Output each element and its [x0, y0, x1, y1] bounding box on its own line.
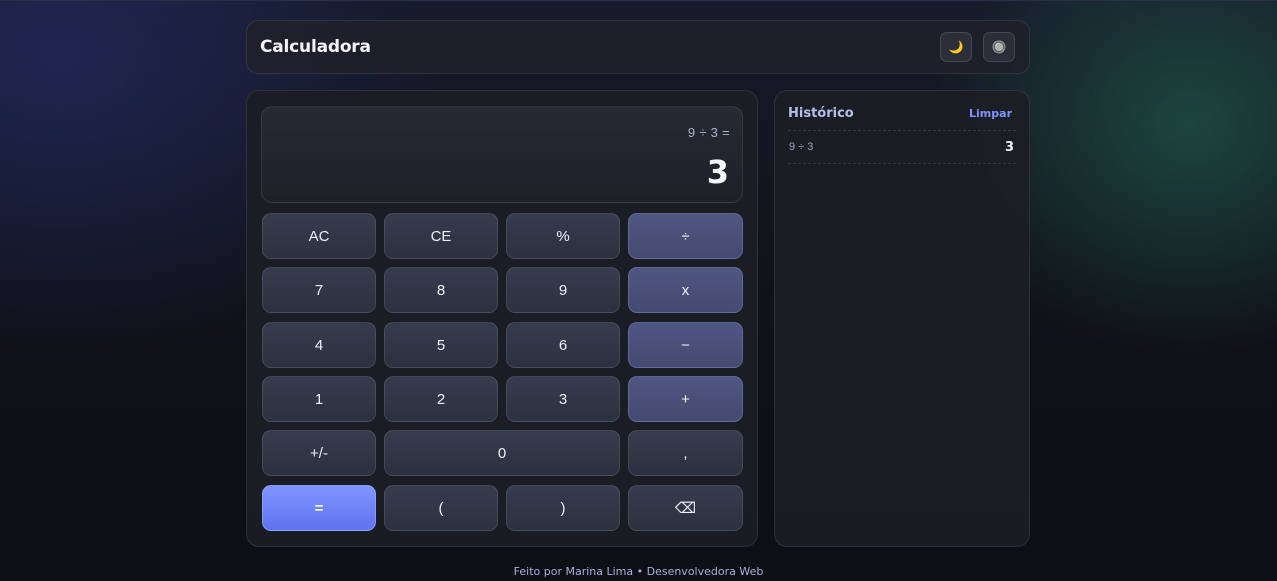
digit-9-button[interactable]: 9 — [506, 267, 620, 313]
digit-3-button[interactable]: 3 — [506, 376, 620, 422]
settings-button[interactable]: 🔘 — [983, 32, 1015, 62]
page-footer: Feito por Marina Lima • Desenvolvedora W… — [513, 565, 764, 578]
keypad: AC CE % ÷ 7 8 9 x 4 5 6 − 1 2 3 + +/- 0 … — [261, 213, 743, 531]
multiply-button[interactable]: x — [628, 267, 743, 313]
app-title: Calculadora — [260, 37, 371, 57]
digit-0-button[interactable]: 0 — [384, 430, 620, 476]
crescent-moon-icon: 🌙 — [948, 40, 964, 54]
history-item-result: 3 — [1004, 139, 1014, 155]
open-parenthesis-button[interactable]: ( — [384, 485, 498, 531]
toggle-sign-button[interactable]: +/- — [262, 430, 376, 476]
header-actions: 🌙 🔘 — [940, 32, 1015, 62]
digit-4-button[interactable]: 4 — [262, 322, 376, 368]
window-top-border — [0, 0, 1277, 1]
backspace-icon: ⌫ — [674, 500, 697, 517]
app-header: Calculadora 🌙 🔘 — [246, 20, 1030, 74]
history-item[interactable]: 9 ÷ 3 3 — [788, 131, 1016, 164]
calculator-display: 9 ÷ 3 = 3 — [261, 106, 743, 203]
all-clear-button[interactable]: AC — [262, 213, 376, 259]
calculator-panel: 9 ÷ 3 = 3 AC CE % ÷ 7 8 9 x 4 5 6 − 1 2 … — [246, 90, 758, 547]
digit-2-button[interactable]: 2 — [384, 376, 498, 422]
history-panel: Histórico Limpar 9 ÷ 3 3 — [774, 90, 1030, 547]
result-readout: 3 — [706, 153, 729, 191]
digit-6-button[interactable]: 6 — [506, 322, 620, 368]
divide-button[interactable]: ÷ — [628, 213, 743, 259]
clear-entry-button[interactable]: CE — [384, 213, 498, 259]
add-button[interactable]: + — [628, 376, 743, 422]
digit-7-button[interactable]: 7 — [262, 267, 376, 313]
subtract-button[interactable]: − — [628, 322, 743, 368]
history-item-expression: 9 ÷ 3 — [789, 141, 814, 153]
history-title: Histórico — [788, 105, 854, 121]
digit-5-button[interactable]: 5 — [384, 322, 498, 368]
digit-8-button[interactable]: 8 — [384, 267, 498, 313]
history-header: Histórico Limpar — [788, 96, 1016, 131]
backspace-button[interactable]: ⌫ — [628, 485, 743, 531]
clear-history-button[interactable]: Limpar — [969, 107, 1012, 120]
theme-toggle-button[interactable]: 🌙 — [940, 32, 972, 62]
close-parenthesis-button[interactable]: ) — [506, 485, 620, 531]
dial-icon: 🔘 — [991, 40, 1007, 54]
decimal-comma-button[interactable]: , — [628, 430, 743, 476]
percent-button[interactable]: % — [506, 213, 620, 259]
expression-readout: 9 ÷ 3 = — [687, 125, 730, 140]
digit-1-button[interactable]: 1 — [262, 376, 376, 422]
equals-button[interactable]: = — [262, 485, 376, 531]
